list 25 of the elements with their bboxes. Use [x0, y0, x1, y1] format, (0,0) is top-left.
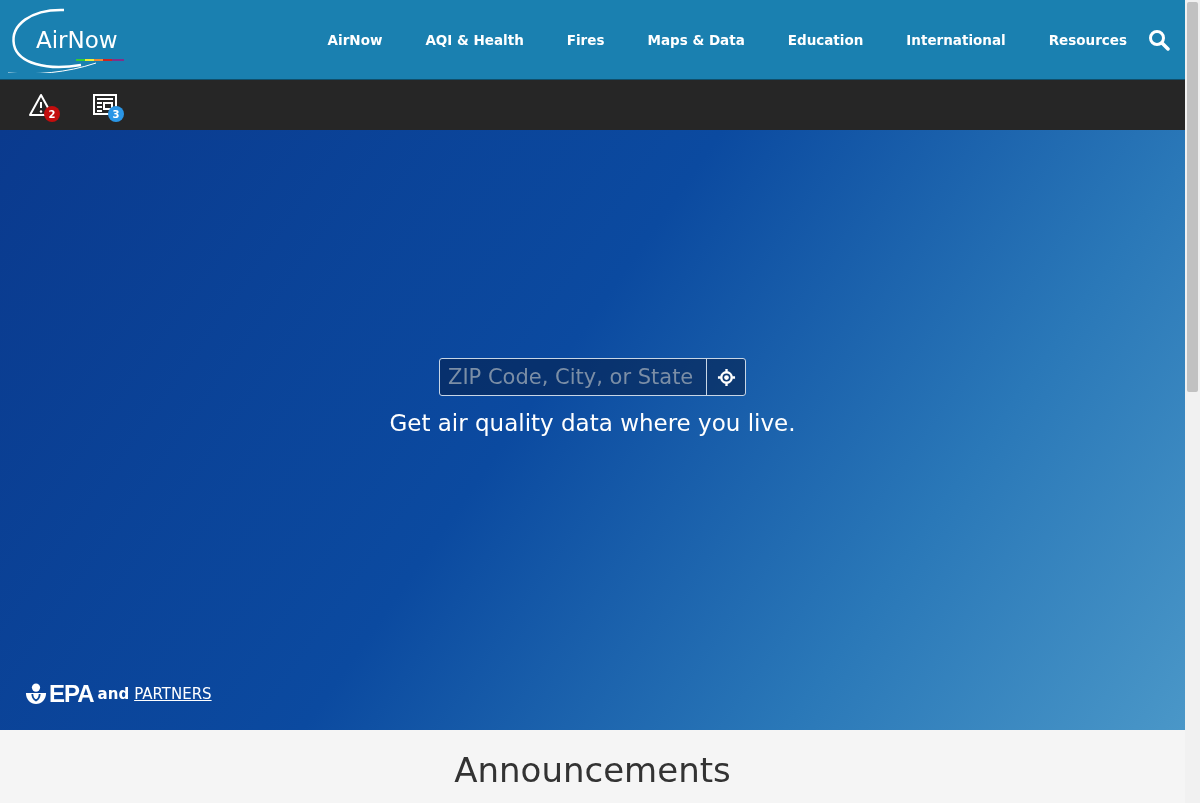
- epa-logo-text: EPA: [49, 680, 94, 708]
- scrollbar-thumb[interactable]: [1187, 2, 1198, 392]
- search-icon[interactable]: [1148, 28, 1170, 51]
- location-search-field[interactable]: ZIP Code, City, or State: [439, 358, 746, 396]
- nav-link[interactable]: Resources: [1035, 31, 1140, 48]
- nav-link[interactable]: Education: [774, 31, 877, 48]
- news-count-badge: 3: [108, 106, 124, 122]
- newspaper-icon: [92, 93, 118, 117]
- nav-link[interactable]: Maps & Data: [634, 31, 758, 48]
- nav-link[interactable]: Fires: [553, 31, 618, 48]
- alerts-button[interactable]: 2: [28, 88, 62, 122]
- and-text: and: [97, 685, 130, 703]
- partners-link[interactable]: PARTNERS: [134, 685, 212, 703]
- scrollbar[interactable]: [1185, 0, 1200, 803]
- alert-count-badge: 2: [44, 106, 60, 122]
- announcements-heading: Announcements: [454, 752, 731, 792]
- airnow-logo[interactable]: AirNow: [6, 6, 130, 73]
- crosshair-icon: [716, 367, 736, 387]
- nav-link[interactable]: International: [893, 31, 1019, 48]
- news-button[interactable]: 3: [92, 88, 126, 122]
- nav-link[interactable]: AQI & Health: [412, 31, 537, 48]
- nav-link[interactable]: AirNow: [314, 31, 396, 48]
- epa-emblem-icon: [25, 683, 47, 705]
- tagline: Get air quality data where you live.: [389, 410, 796, 436]
- logo-text: AirNow: [36, 26, 118, 53]
